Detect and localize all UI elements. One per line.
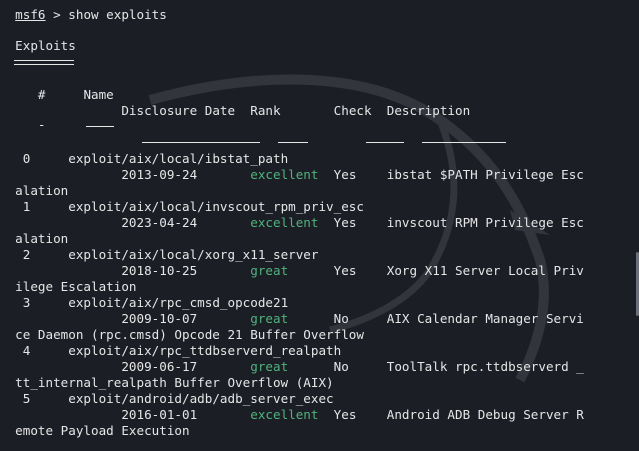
table-row-wrap: ilege Escalation — [0, 279, 137, 295]
header-line-2: Disclosure Date Rank Check Description — [0, 103, 470, 119]
row-date: 2009-10-07 — [121, 311, 198, 326]
row-check: No — [333, 311, 349, 326]
row-name: exploit/aix/rpc_cmsd_opcode21 — [68, 295, 289, 310]
header-date-underline — [142, 142, 260, 143]
table-row-wrap: emote Payload Execution — [0, 423, 190, 439]
row-num: 4 — [22, 343, 31, 358]
table-row-wrap: alation — [0, 231, 68, 247]
header-num: # — [37, 87, 46, 102]
header-rank: Rank — [250, 103, 281, 118]
table-row-detail: 2023-04-24 excellent Yes invscout RPM Pr… — [0, 215, 584, 231]
prompt-command: > show exploits — [53, 7, 167, 22]
row-rank: great — [250, 263, 289, 278]
table-row-detail: 2013-09-24 excellent Yes ibstat $PATH Pr… — [0, 167, 584, 183]
row-rank: excellent — [250, 167, 319, 182]
row-check: Yes — [333, 167, 357, 182]
row-num: 1 — [22, 199, 31, 214]
row-rank: excellent — [250, 215, 319, 230]
row-num: 3 — [22, 295, 31, 310]
header-date: Disclosure Date — [121, 103, 236, 118]
header-line-1: # Name — [0, 87, 114, 103]
row-desc-wrap: alation — [15, 231, 69, 246]
header-check-underline — [366, 142, 404, 143]
table-row-detail: 2018-10-25 great Yes Xorg X11 Server Loc… — [0, 263, 584, 279]
terminal-window[interactable]: msf6 > show exploits Exploits # Name Dis… — [0, 0, 639, 451]
row-desc: ibstat $PATH Privilege Esc — [386, 167, 584, 182]
table-row: 1 exploit/aix/local/invscout_rpm_priv_es… — [0, 199, 364, 215]
row-name: exploit/aix/local/xorg_x11_server — [68, 247, 319, 262]
row-num: 5 — [22, 391, 31, 406]
table-row-detail: 2016-01-01 excellent Yes Android ADB Deb… — [0, 407, 584, 423]
header-name-underline — [86, 126, 114, 127]
prompt-name: msf6 — [15, 7, 46, 22]
row-desc: Xorg X11 Server Local Priv — [386, 263, 584, 278]
header-desc-underline — [422, 142, 506, 143]
row-desc-wrap: tt_internal_realpath Buffer Overflow (AI… — [15, 375, 334, 390]
row-date: 2016-01-01 — [121, 407, 198, 422]
table-row-wrap: tt_internal_realpath Buffer Overflow (AI… — [0, 375, 334, 391]
row-rank: great — [250, 311, 289, 326]
header-check: Check — [333, 103, 372, 118]
row-desc: AIX Calendar Manager Servi — [386, 311, 584, 326]
table-row: 2 exploit/aix/local/xorg_x11_server — [0, 247, 319, 263]
section-title-underline — [14, 60, 74, 65]
table-row: 4 exploit/aix/rpc_ttdbserverd_realpath — [0, 343, 341, 359]
header-num-dash: - — [37, 117, 46, 132]
table-row-detail: 2009-06-17 great No ToolTalk rpc.ttdbser… — [0, 359, 584, 375]
header-desc: Description — [386, 103, 471, 118]
row-name: exploit/aix/local/ibstat_path — [68, 151, 289, 166]
row-rank: excellent — [250, 407, 319, 422]
row-desc: ToolTalk rpc.ttdbserverd _ — [386, 359, 584, 374]
table-row: 0 exploit/aix/local/ibstat_path — [0, 151, 288, 167]
row-check: Yes — [333, 407, 357, 422]
prompt-line: msf6 > show exploits — [0, 7, 167, 23]
row-desc-wrap: emote Payload Execution — [15, 423, 190, 438]
row-desc: Android ADB Debug Server R — [386, 407, 584, 422]
row-date: 2013-09-24 — [121, 167, 198, 182]
row-check: Yes — [333, 215, 357, 230]
table-row-detail: 2009-10-07 great No AIX Calendar Manager… — [0, 311, 584, 327]
row-desc: invscout RPM Privilege Esc — [386, 215, 584, 230]
row-date: 2009-06-17 — [121, 359, 198, 374]
table-row-wrap: ce Daemon (rpc.cmsd) Opcode 21 Buffer Ov… — [0, 327, 364, 343]
row-rank: great — [250, 359, 289, 374]
row-desc-wrap: ilege Escalation — [15, 279, 137, 294]
row-date: 2018-10-25 — [121, 263, 198, 278]
table-row: 3 exploit/aix/rpc_cmsd_opcode21 — [0, 295, 288, 311]
row-num: 0 — [22, 151, 31, 166]
section-title: Exploits — [0, 38, 76, 54]
table-row-wrap: alation — [0, 183, 68, 199]
row-name: exploit/android/adb/adb_server_exec — [68, 391, 334, 406]
row-check: No — [333, 359, 349, 374]
section-title-text: Exploits — [15, 38, 76, 53]
table-row: 5 exploit/android/adb/adb_server_exec — [0, 391, 334, 407]
row-name: exploit/aix/local/invscout_rpm_priv_esc — [68, 199, 364, 214]
row-check: Yes — [333, 263, 357, 278]
row-desc-wrap: alation — [15, 183, 69, 198]
header-num-underline: - — [0, 117, 46, 133]
row-num: 2 — [22, 247, 31, 262]
row-desc-wrap: ce Daemon (rpc.cmsd) Opcode 21 Buffer Ov… — [15, 327, 364, 342]
row-name: exploit/aix/rpc_ttdbserverd_realpath — [68, 343, 342, 358]
header-rank-underline — [278, 142, 308, 143]
header-name: Name — [83, 87, 114, 102]
row-date: 2023-04-24 — [121, 215, 198, 230]
